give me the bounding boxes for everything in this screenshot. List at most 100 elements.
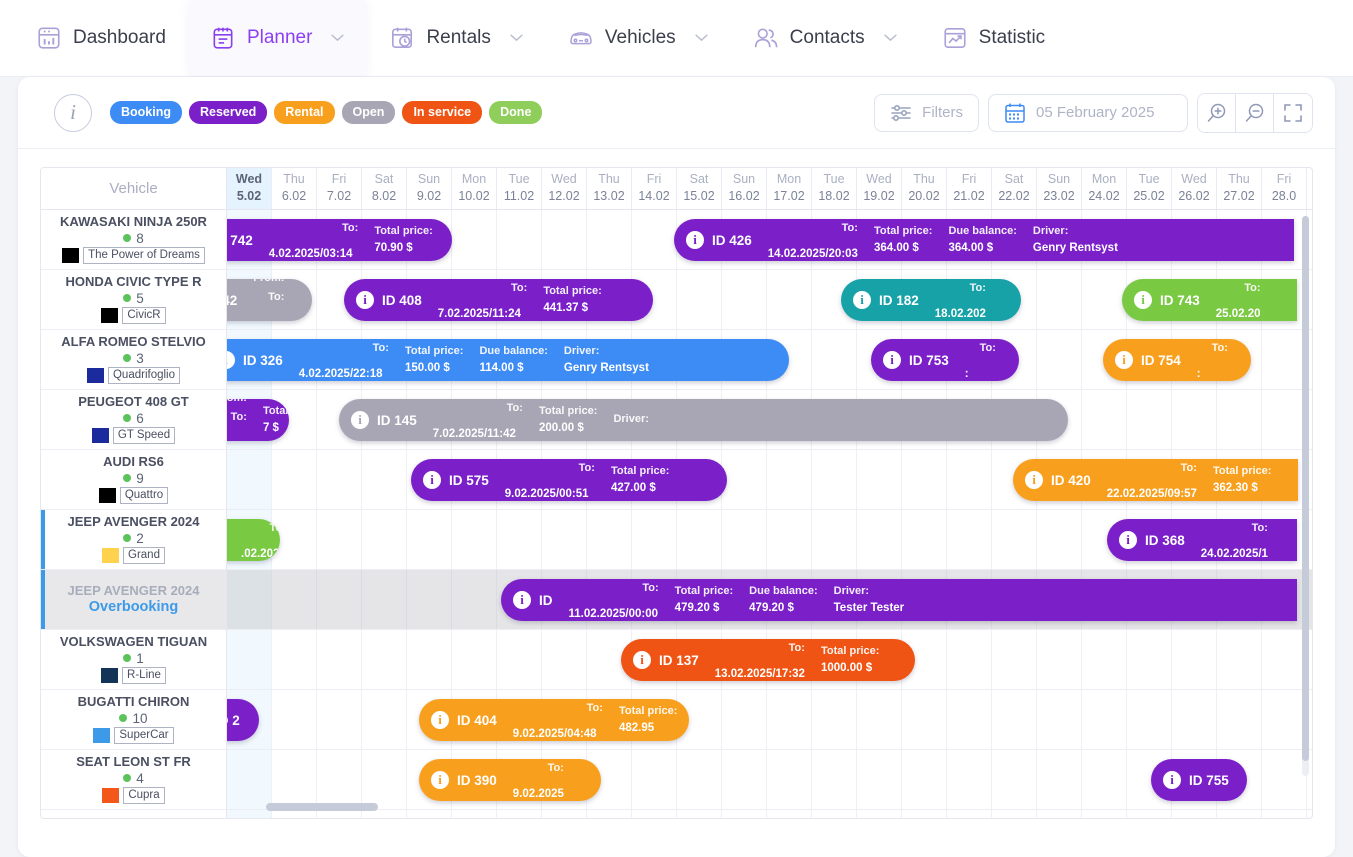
booking-bar[interactable]: iFrom:To:.02.2025.02.2025: [227, 519, 280, 561]
info-icon[interactable]: i: [1119, 531, 1137, 549]
info-icon[interactable]: i: [853, 291, 871, 309]
info-icon[interactable]: i: [1134, 291, 1152, 309]
legend-badge-done[interactable]: Done: [489, 101, 542, 124]
info-icon[interactable]: i: [686, 231, 704, 249]
booking-fields: From:To:25.02.2028.02.20: [1216, 279, 1261, 321]
booking-bar[interactable]: iID 742From:To:4.02.2025/03:1411.02.2025…: [227, 219, 452, 261]
info-icon[interactable]: i: [883, 351, 901, 369]
vehicle-row[interactable]: ALFA ROMEO STELVIO3Quadrifoglio: [41, 330, 226, 390]
timeline-track: iID 742From:To:4.02.2025/03:1411.02.2025…: [227, 210, 1312, 819]
chevron-down-icon[interactable]: [502, 33, 524, 42]
fullscreen-icon[interactable]: [1274, 94, 1312, 132]
nav-item-contacts[interactable]: Contacts: [731, 0, 920, 76]
info-icon[interactable]: i: [1115, 351, 1133, 369]
day-header: Mon17.02: [767, 168, 812, 209]
nav-item-planner[interactable]: Planner: [188, 0, 368, 76]
vehicle-row[interactable]: AUDI RS69Quattro: [41, 450, 226, 510]
day-header: Sun9.02: [407, 168, 452, 209]
booking-bar[interactable]: iID 755From:To:: [1151, 759, 1247, 801]
booking-bar[interactable]: iID 326From:To:4.02.2025/22:1817.02.2025…: [227, 339, 789, 381]
zoom-controls: [1197, 93, 1313, 133]
booking-bar[interactable]: iID 182From:To:18.02.20222.02.202: [841, 279, 1021, 321]
nav-item-vehicles[interactable]: Vehicles: [546, 0, 731, 76]
booking-bar[interactable]: iID 575From:To:9.02.2025/00:5116.02.2025…: [411, 459, 727, 501]
info-icon[interactable]: i: [431, 711, 449, 729]
booking-bar[interactable]: iID 426From:To:14.02.2025/20:032.03.2025…: [674, 219, 1294, 261]
nav-item-rentals[interactable]: Rentals: [367, 0, 545, 76]
info-icon[interactable]: i: [1163, 771, 1181, 789]
nav-item-dashboard[interactable]: Dashboard: [14, 0, 188, 76]
vehicle-row[interactable]: PEUGEOT 408 GT6GT Speed: [41, 390, 226, 450]
vehicle-row[interactable]: KAWASAKI NINJA 250R8The Power of Dreams: [41, 210, 226, 270]
booking-bar[interactable]: iID 368From:To:24.02.2025/16.03.2025/21: [1107, 519, 1297, 561]
booking-id: ID 182: [879, 293, 919, 308]
total-price-label: Total price:: [405, 344, 463, 360]
booking-bar[interactable]: iID 754From:To:::: [1103, 339, 1251, 381]
booking-bar[interactable]: iID 408From:To:7.02.2025/11:2414.02.2025…: [344, 279, 653, 321]
info-icon[interactable]: i: [54, 94, 92, 132]
nav-item-statistic[interactable]: Statistic: [920, 0, 1068, 76]
legend-badge-open[interactable]: Open: [342, 101, 396, 124]
day-dow: Wed: [1172, 171, 1216, 188]
info-icon[interactable]: i: [431, 771, 449, 789]
vehicle-row[interactable]: HONDA CIVIC TYPE R5CivicR: [41, 270, 226, 330]
total-price-label: Total price:: [543, 284, 601, 300]
to-label: To:: [373, 342, 389, 354]
booking-dates: From:To:: [1245, 759, 1247, 801]
booking-fields: From:To:: [1245, 759, 1247, 801]
booking-bar[interactable]: iID 145From:To:7.02.2025/11:4223.02.2025…: [339, 399, 1068, 441]
to-label: To:: [579, 462, 595, 474]
info-icon[interactable]: i: [1025, 471, 1043, 489]
due-balance-label: Due balance:: [749, 584, 817, 600]
booking-bar[interactable]: iID 743From:To:25.02.2028.02.20: [1122, 279, 1297, 321]
booking-bar[interactable]: iID 420From:To:22.02.2025/09:576.03.2025…: [1013, 459, 1298, 501]
day-date: 10.02: [452, 188, 496, 205]
vehicle-row[interactable]: BUGATTI CHIRON10SuperCar: [41, 690, 226, 750]
booking-bar[interactable]: iID 753From:To:::: [871, 339, 1019, 381]
planner-panel: i Booking Reserved Rental Open In service Don…: [18, 77, 1335, 857]
legend-badge-rental[interactable]: Rental: [274, 101, 334, 124]
chevron-down-icon[interactable]: [687, 33, 709, 42]
info-icon[interactable]: i: [513, 591, 531, 609]
chevron-down-icon[interactable]: [323, 33, 345, 42]
contacts-icon: [753, 25, 779, 51]
scroll-thumb[interactable]: [1302, 216, 1309, 761]
total-price-label: Total price:: [374, 224, 432, 240]
rentals-icon: [389, 25, 415, 51]
booking-bar[interactable]: iID 42From:To:: [227, 279, 312, 321]
day-dow: Wed: [542, 171, 586, 188]
vehicle-plate: Grand: [123, 547, 165, 564]
info-icon[interactable]: i: [356, 291, 374, 309]
legend-badge-reserved[interactable]: Reserved: [189, 101, 267, 124]
gantt-header: Vehicle Wed5.02Thu6.02Fri7.02Sat8.02Sun9…: [41, 168, 1312, 210]
booking-bar[interactable]: iID 404From:To:9.02.2025/04:4815.02.2025…: [419, 699, 689, 741]
zoom-out-icon[interactable]: [1236, 94, 1274, 132]
booking-bar[interactable]: iIDFrom:To:11.02.2025/00:0028.02.2025/23…: [501, 579, 1297, 621]
info-icon[interactable]: i: [633, 651, 651, 669]
info-icon[interactable]: i: [423, 471, 441, 489]
filters-button[interactable]: Filters: [874, 94, 979, 132]
booking-bar[interactable]: iID 7From:To:Total price:7 $: [227, 399, 289, 441]
horizontal-scrollbar[interactable]: [254, 803, 1275, 811]
booking-bar[interactable]: iID 2From:To:2!2!: [227, 699, 259, 741]
driver-value: Tester Tester: [834, 600, 905, 617]
legend-badge-in-service[interactable]: In service: [402, 101, 482, 124]
booking-total-price: Total price:70.90 $: [374, 219, 432, 261]
info-icon[interactable]: i: [227, 351, 235, 369]
vertical-scrollbar[interactable]: [1302, 216, 1309, 776]
vehicle-row[interactable]: VOLKSWAGEN TIGUAN1R-Line: [41, 630, 226, 690]
scroll-thumb-h[interactable]: [266, 803, 378, 811]
overbooking-label: Overbooking: [89, 599, 178, 615]
chevron-down-icon[interactable]: [876, 33, 898, 42]
booking-bar[interactable]: iID 390From:To:9.02.202513.02.202: [419, 759, 601, 801]
vehicle-row[interactable]: JEEP AVENGER 20242Grand: [41, 510, 226, 570]
zoom-in-icon[interactable]: [1198, 94, 1236, 132]
date-picker[interactable]: 05 February 2025: [988, 94, 1188, 132]
vehicle-name: ALFA ROMEO STELVIO: [61, 335, 205, 349]
day-date: 9.02: [407, 188, 451, 205]
info-icon[interactable]: i: [351, 411, 369, 429]
vehicle-row[interactable]: SEAT LEON ST FR4Cupra: [41, 750, 226, 810]
booking-bar[interactable]: iID 137From:To:13.02.2025/17:3220.02.202…: [621, 639, 915, 681]
legend-badge-booking[interactable]: Booking: [110, 101, 182, 124]
vehicle-row[interactable]: JEEP AVENGER 2024Overbooking: [41, 570, 226, 630]
